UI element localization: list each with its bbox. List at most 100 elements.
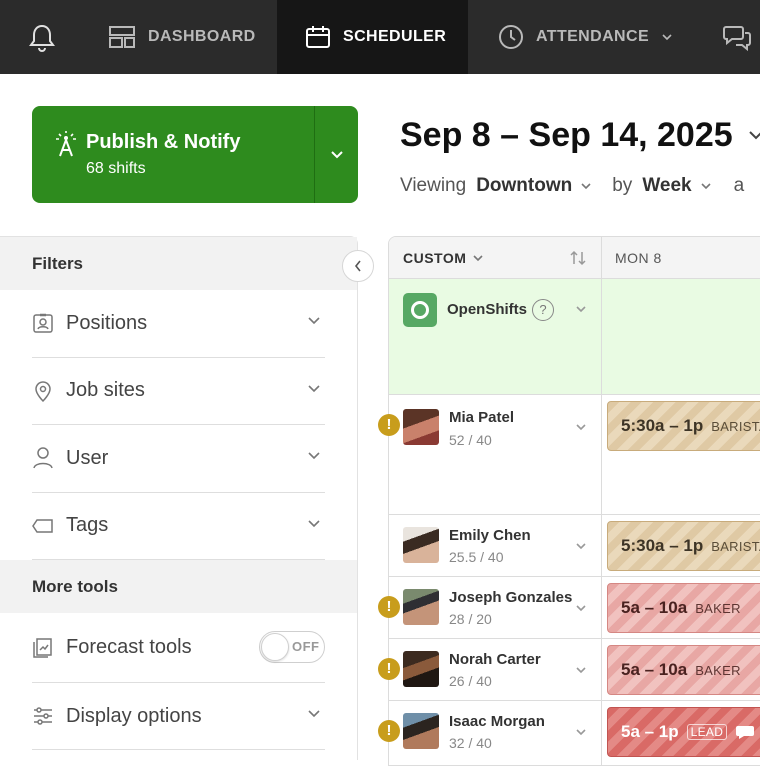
open-shifts-icon [403,293,437,327]
filter-positions[interactable]: Positions [32,290,325,358]
period-value: Week [642,175,692,196]
filter-user[interactable]: User [32,425,325,493]
viewing-trailing: a [733,175,745,196]
date-range-chevron-icon[interactable] [748,124,760,146]
display-options-label: Display options [66,704,202,727]
shift-position: BARISTA [711,418,760,434]
user-name: Norah Carter [449,651,541,668]
publish-main-button[interactable]: Publish & Notify 68 shifts [32,106,314,203]
top-nav: DASHBOARD SCHEDULER ATTENDANCE [0,0,760,74]
table-row: Norah Carter 26 / 40 5a – 10a BAKER [389,639,760,701]
warning-icon[interactable]: ! [378,658,400,680]
table-row: Isaac Morgan 32 / 40 5a – 1p LEAD [389,701,760,765]
sidebar-collapse-button[interactable] [342,250,374,282]
sidebar: Filters Positions Job sites User Tags Mo… [0,236,358,760]
chevron-left-icon [353,259,363,273]
clock-icon [498,24,524,50]
toggle-state: OFF [292,639,320,654]
date-range-title: Sep 8 – Sep 14, 2025 [400,116,733,154]
forecast-tools-label: Forecast tools [66,636,192,658]
filters-heading: Filters [0,237,357,290]
table-row: Emily Chen 25.5 / 40 5:30a – 1p BARISTA [389,515,760,577]
user-hours: 26 / 40 [449,673,492,689]
filter-tags[interactable]: Tags [32,493,325,560]
sort-select[interactable]: CUSTOM [403,250,484,266]
viewing-bar: Viewing Downtown by Week a [400,175,744,197]
viewing-label: Viewing [400,175,467,196]
shift-time: 5a – 1p [621,722,679,741]
shift-card[interactable]: 5:30a – 1p BARISTA [607,401,760,451]
map-pin-icon [32,379,54,403]
chevron-down-icon [473,255,483,262]
tag-icon [32,518,54,534]
publish-dropdown-button[interactable] [314,106,358,203]
forecast-toggle[interactable]: OFF [259,631,325,663]
sort-order-icon[interactable] [569,250,587,266]
shift-card[interactable]: 5a – 1p LEAD [607,707,760,757]
user-name: Isaac Morgan [449,713,545,730]
nav-dashboard[interactable]: DASHBOARD [108,0,256,74]
warning-icon[interactable]: ! [378,596,400,618]
chevron-down-icon [307,451,321,460]
location-value: Downtown [476,175,573,196]
avatar [403,589,439,625]
schedule-grid: CUSTOM MON 8 OpenShifts ? Mia Patel 52 /… [388,236,760,766]
chevron-down-icon[interactable] [575,305,587,313]
chevron-down-icon [701,183,711,190]
chevron-down-icon[interactable] [575,542,587,550]
sliders-icon [32,705,54,727]
shift-card[interactable]: 5:30a – 1p BARISTA [607,521,760,571]
nav-dashboard-label: DASHBOARD [148,28,256,45]
location-select[interactable]: Downtown [476,175,592,197]
nav-scheduler-label: SCHEDULER [343,28,447,45]
warning-icon[interactable]: ! [378,720,400,742]
publish-notify-button: Publish & Notify 68 shifts [32,106,358,203]
user-hours: 25.5 / 40 [449,549,504,565]
help-icon[interactable]: ? [532,299,554,321]
shift-position: BAKER [695,662,741,678]
user-hours: 32 / 40 [449,735,492,751]
avatar [403,527,439,563]
table-row: Joseph Gonzales 28 / 20 5a – 10a BAKER [389,577,760,639]
user-hours: 52 / 40 [449,432,492,448]
filter-job-sites[interactable]: Job sites [32,358,325,425]
bell-icon[interactable] [26,22,58,54]
nav-attendance-label: ATTENDANCE [536,28,650,45]
toggle-knob [261,633,289,661]
shift-position: LEAD [686,724,728,740]
chevron-down-icon[interactable] [575,604,587,612]
chevron-down-icon [307,316,321,325]
open-shifts-label: OpenShifts [447,301,528,318]
chevron-down-icon[interactable] [575,423,587,431]
shift-card[interactable]: 5a – 10a BAKER [607,645,760,695]
shift-time: 5a – 10a [621,598,688,617]
period-select[interactable]: Week [642,175,711,197]
shift-position: BARISTA [711,538,760,554]
user-hours: 28 / 20 [449,611,492,627]
nav-scheduler[interactable]: SCHEDULER [277,0,468,74]
more-tools-heading: More tools [0,560,357,613]
user-name: Mia Patel [449,409,515,426]
chevron-down-icon [307,384,321,393]
warning-icon[interactable]: ! [378,414,400,436]
shift-time: 5a – 10a [621,660,688,679]
chevron-down-icon[interactable] [575,728,587,736]
chevron-down-icon[interactable] [575,666,587,674]
shift-position: BAKER [695,600,741,616]
sort-label: CUSTOM [403,250,467,266]
chevron-down-icon [307,519,321,528]
day-header-mon: MON 8 [615,250,662,266]
dashboard-icon [108,25,136,49]
chevron-down-icon [307,709,321,718]
table-row: Mia Patel 52 / 40 5:30a – 1p BARISTA [389,395,760,515]
shift-card[interactable]: 5a – 10a BAKER [607,583,760,633]
display-options[interactable]: Display options [32,683,325,750]
nav-attendance[interactable]: ATTENDANCE [498,0,673,74]
column-divider [601,237,602,765]
user-name: Emily Chen [449,527,531,544]
filter-tags-label: Tags [66,514,109,537]
chat-icon[interactable] [722,22,752,52]
forecast-tools-row: Forecast tools OFF [32,613,325,683]
chevron-down-icon [661,33,673,41]
by-label: by [612,175,633,196]
